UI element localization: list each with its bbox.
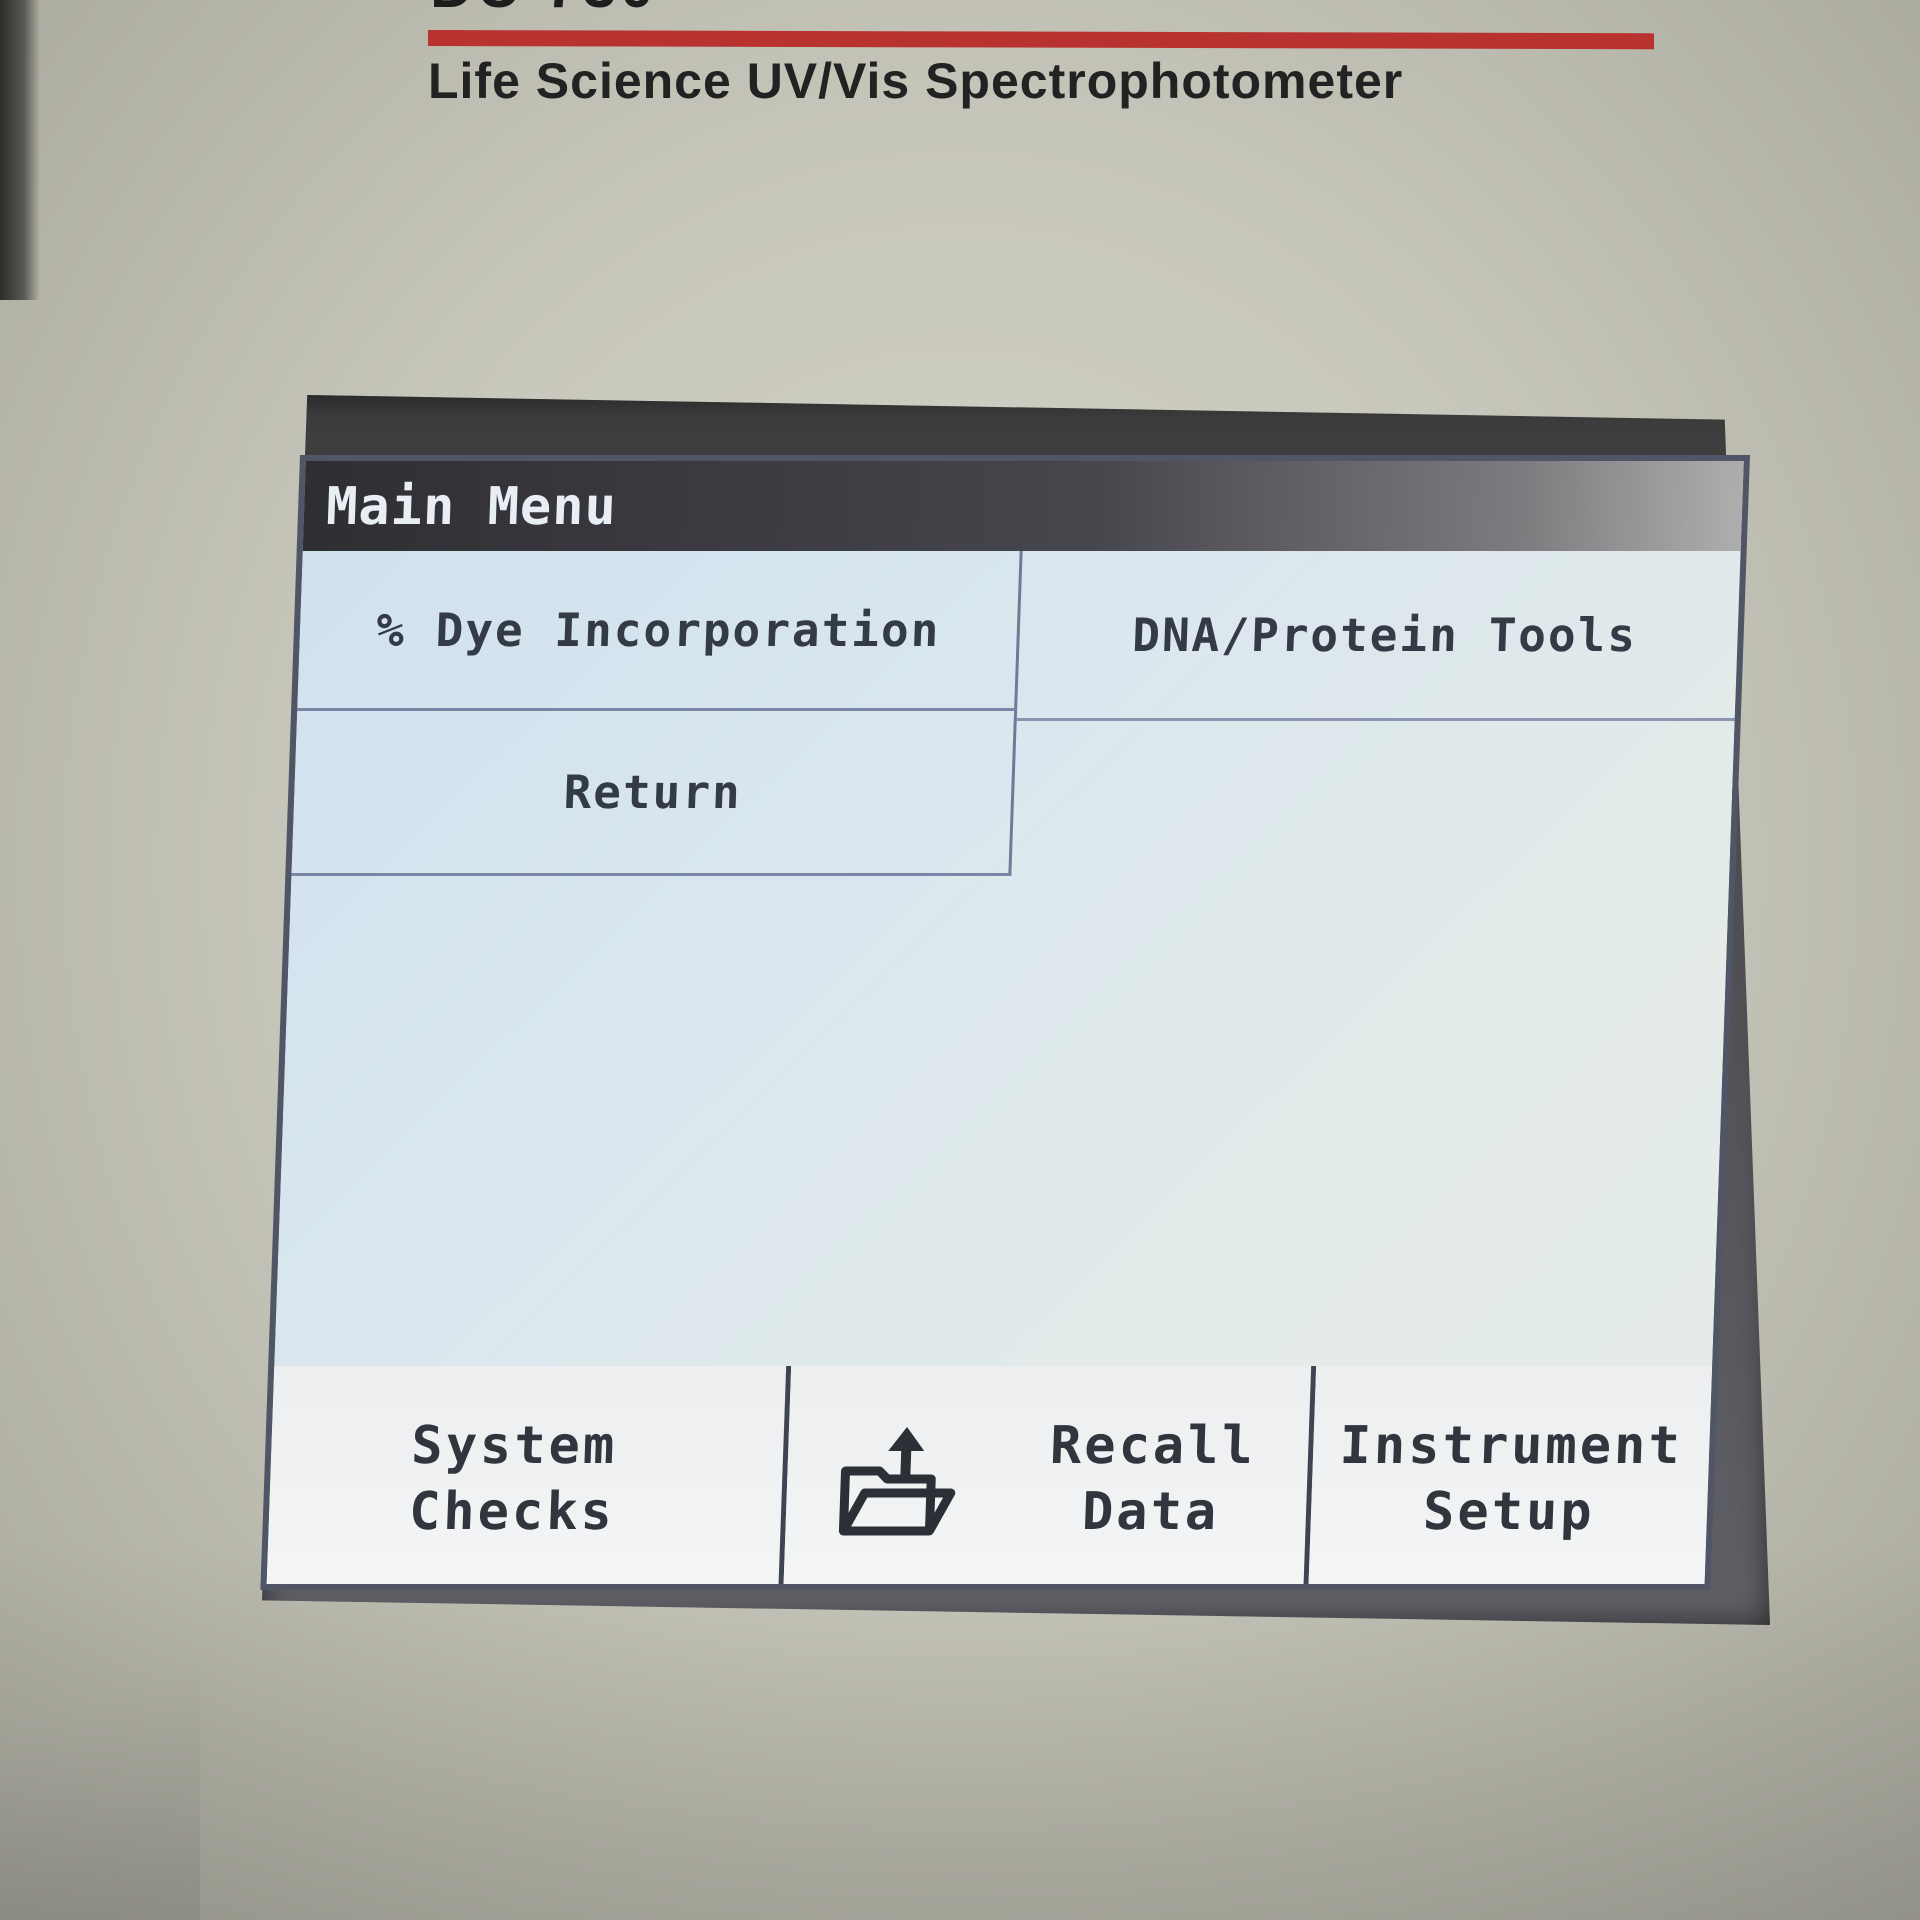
bezel-corner [0,1560,200,1920]
dna-protein-tools-label: DNA/Protein Tools [1131,607,1639,662]
page-title: Main Menu [325,477,618,537]
device-model-label: DU 730 [430,0,850,14]
folder-export-icon [838,1426,955,1535]
dye-incorporation-button[interactable]: % Dye Incorporation [297,551,1023,711]
dye-incorporation-label: % Dye Incorporation [375,602,942,657]
title-bar: Main Menu [302,461,1744,551]
bottom-toolbar: System Checks Recall Data Instrument Set… [266,1366,1713,1590]
device-edge [0,0,40,300]
instrument-setup-label: Instrument Setup [1338,1415,1684,1542]
brand-stripe [427,30,1655,50]
return-label: Return [562,765,743,819]
system-checks-button[interactable]: System Checks [266,1366,791,1590]
recall-data-label: Recall Data [1049,1415,1257,1542]
instrument-setup-button[interactable]: Instrument Setup [1308,1366,1713,1590]
system-checks-label: System Checks [408,1415,619,1542]
device-subtitle: Life Science UV/Vis Spectrophotometer [428,53,1404,109]
dna-protein-tools-button[interactable]: DNA/Protein Tools [1016,551,1750,721]
lcd-screen: Main Menu % Dye Incorporation DNA/Protei… [260,455,1750,1590]
return-button[interactable]: Return [291,711,1018,876]
recall-data-button[interactable]: Recall Data [782,1366,1316,1590]
